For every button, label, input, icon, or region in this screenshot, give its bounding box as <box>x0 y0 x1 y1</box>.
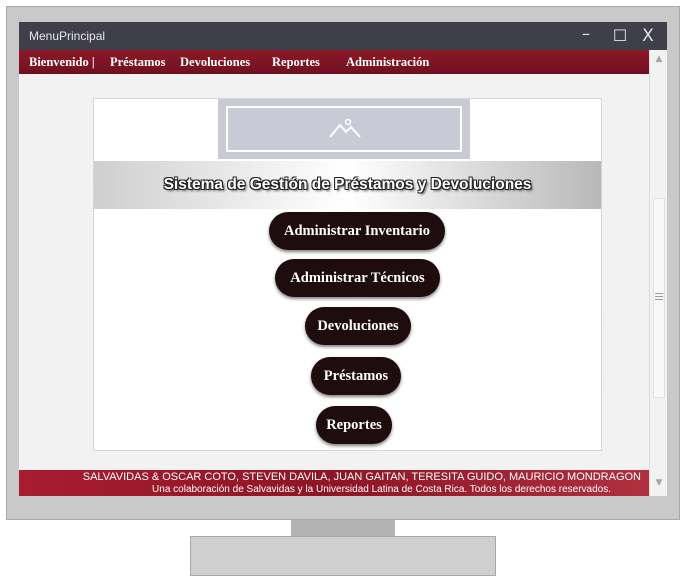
window-title: MenuPrincipal <box>29 29 106 43</box>
scroll-down-icon[interactable]: ▼ <box>653 478 665 488</box>
menu-item-administracion[interactable]: Administración <box>346 55 429 70</box>
vertical-scrollbar[interactable]: ▲ ▼ <box>649 50 667 496</box>
logo-frame <box>226 106 462 152</box>
menu-bar: Bienvenido | Préstamos Devoluciones Repo… <box>19 50 649 74</box>
administrar-tecnicos-button[interactable]: Administrar Técnicos <box>275 259 440 297</box>
close-button[interactable]: X <box>637 26 659 46</box>
main-panel: Sistema de Gestión de Préstamos y Devolu… <box>93 98 602 451</box>
grip-line <box>655 299 663 300</box>
page-title: Sistema de Gestión de Préstamos y Devolu… <box>163 176 532 193</box>
monitor-stand-base <box>190 536 496 576</box>
reportes-button[interactable]: Reportes <box>316 406 392 444</box>
title-banner: Sistema de Gestión de Préstamos y Devolu… <box>94 161 601 209</box>
footer-bar: SALVAVIDAS & OSCAR COTO, STEVEN DAVILA, … <box>19 470 649 496</box>
menu-item-devoluciones[interactable]: Devoluciones <box>180 55 250 70</box>
maximize-button[interactable]: ☐ <box>609 26 631 46</box>
grip-line <box>655 293 663 294</box>
devoluciones-button[interactable]: Devoluciones <box>305 307 411 345</box>
grip-line <box>655 296 663 297</box>
scroll-thumb[interactable] <box>653 198 665 398</box>
app-window: MenuPrincipal – ☐ X Bienvenido | Préstam… <box>19 22 667 496</box>
title-bar[interactable]: MenuPrincipal – ☐ X <box>19 22 667 50</box>
image-placeholder-icon <box>329 118 361 138</box>
menu-item-bienvenido[interactable]: Bienvenido | <box>29 55 95 70</box>
scroll-up-icon[interactable]: ▲ <box>653 54 665 64</box>
footer-copyright: Una colaboración de Salvavidas y la Univ… <box>152 484 611 495</box>
menu-item-prestamos[interactable]: Préstamos <box>110 55 166 70</box>
logo-placeholder <box>218 99 470 159</box>
prestamos-button[interactable]: Préstamos <box>311 357 401 395</box>
administrar-inventario-button[interactable]: Administrar Inventario <box>269 212 445 250</box>
minimize-button[interactable]: – <box>575 24 597 44</box>
footer-authors: SALVAVIDAS & OSCAR COTO, STEVEN DAVILA, … <box>82 471 641 483</box>
menu-item-reportes[interactable]: Reportes <box>272 55 320 70</box>
